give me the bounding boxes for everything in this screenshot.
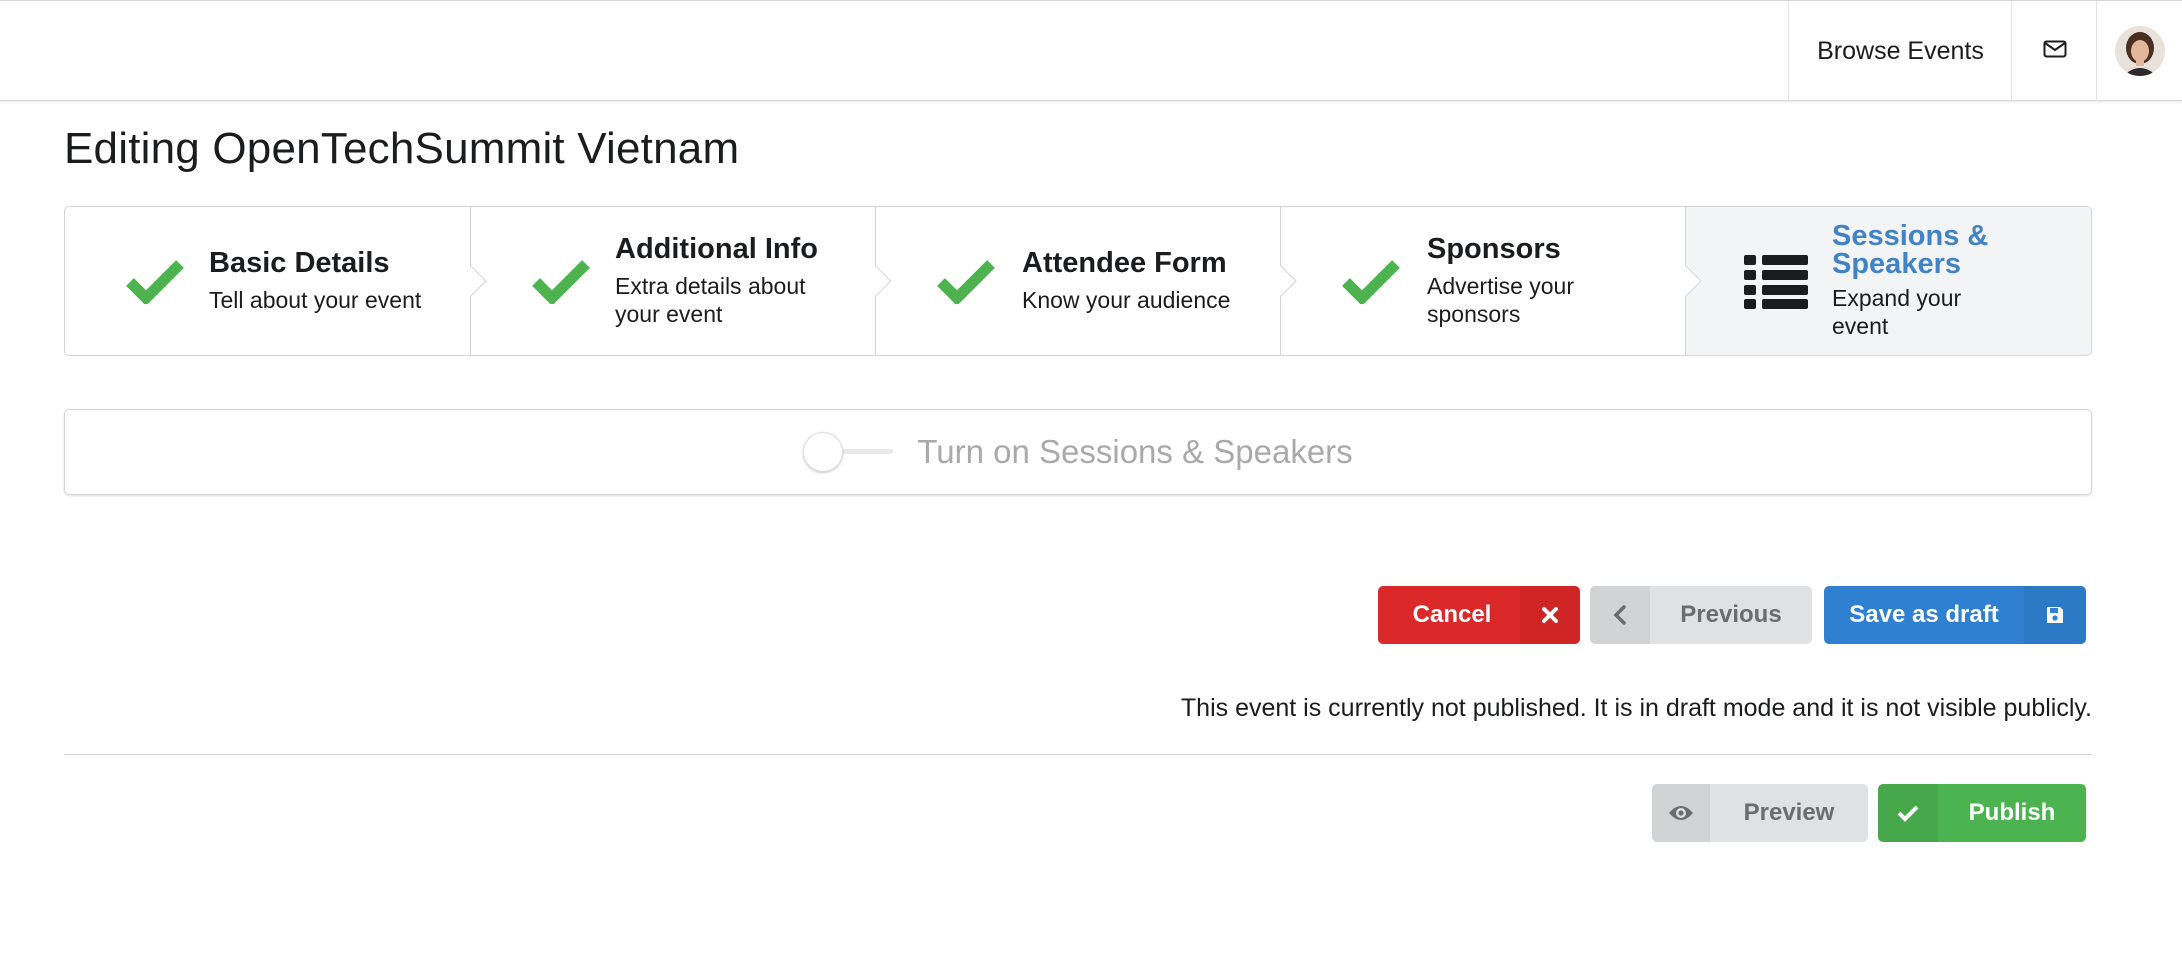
browse-events-label: Browse Events xyxy=(1817,36,1984,65)
floppy-disk-icon xyxy=(2024,586,2086,644)
notifications-button[interactable] xyxy=(2011,1,2097,101)
chevron-left-icon xyxy=(1590,586,1650,644)
step-attendee-form[interactable]: Attendee Form Know your audience xyxy=(876,207,1297,355)
step-basic-details[interactable]: Basic Details Tell about your event xyxy=(65,207,487,355)
cancel-button-label: Cancel xyxy=(1412,601,1492,628)
step-description: Expand your event xyxy=(1832,285,1962,339)
previous-button-label: Previous xyxy=(1680,601,1782,628)
step-title: Additional Info xyxy=(615,232,818,265)
step-description: Advertise your sponsors xyxy=(1427,272,1575,327)
step-description: Extra details about your event xyxy=(615,272,806,327)
publish-button-label: Publish xyxy=(1968,799,2056,826)
user-menu-button[interactable] xyxy=(2096,1,2182,101)
close-icon xyxy=(1520,586,1580,644)
eye-icon xyxy=(1652,784,1710,842)
check-icon xyxy=(521,258,601,304)
step-description: Tell about your event xyxy=(209,286,422,313)
step-description: Know your audience xyxy=(1022,286,1231,313)
page-title: Editing OpenTechSummit Vietnam xyxy=(64,124,740,173)
step-title: Attendee Form xyxy=(1022,246,1227,279)
envelope-icon xyxy=(2043,40,2067,63)
check-icon xyxy=(1878,784,1938,842)
publish-button[interactable]: Publish xyxy=(1878,784,2086,842)
step-title: Sessions & Speakers xyxy=(1832,220,1989,280)
divider xyxy=(64,754,2092,755)
step-title: Sponsors xyxy=(1427,232,1561,265)
preview-button-label: Preview xyxy=(1743,799,1835,826)
step-sponsors[interactable]: Sponsors Advertise your sponsors xyxy=(1281,207,1702,355)
step-sessions-speakers[interactable]: Sessions & Speakers Expand your event xyxy=(1686,207,2091,355)
check-icon xyxy=(115,258,195,304)
sessions-toggle[interactable] xyxy=(803,432,894,472)
wizard-steps: Basic Details Tell about your event Addi… xyxy=(64,206,2092,356)
save-button-label: Save as draft xyxy=(1849,601,1999,628)
step-title: Basic Details xyxy=(209,246,390,279)
sessions-toggle-panel: Turn on Sessions & Speakers xyxy=(64,409,2092,495)
publish-status-text: This event is currently not published. I… xyxy=(1180,694,2092,722)
avatar xyxy=(2114,26,2165,76)
sessions-toggle-label[interactable]: Turn on Sessions & Speakers xyxy=(917,433,1352,471)
preview-button[interactable]: Preview xyxy=(1652,784,1868,842)
previous-button[interactable]: Previous xyxy=(1590,586,1812,644)
save-as-draft-button[interactable]: Save as draft xyxy=(1824,586,2086,644)
top-navbar: Browse Events xyxy=(0,0,2182,101)
check-icon xyxy=(926,258,1006,304)
check-icon xyxy=(1331,258,1411,304)
toggle-knob xyxy=(803,432,844,472)
list-icon xyxy=(1736,253,1816,309)
browse-events-link[interactable]: Browse Events xyxy=(1788,1,2012,101)
cancel-button[interactable]: Cancel xyxy=(1378,586,1580,644)
step-additional-info[interactable]: Additional Info Extra details about your… xyxy=(471,207,892,355)
